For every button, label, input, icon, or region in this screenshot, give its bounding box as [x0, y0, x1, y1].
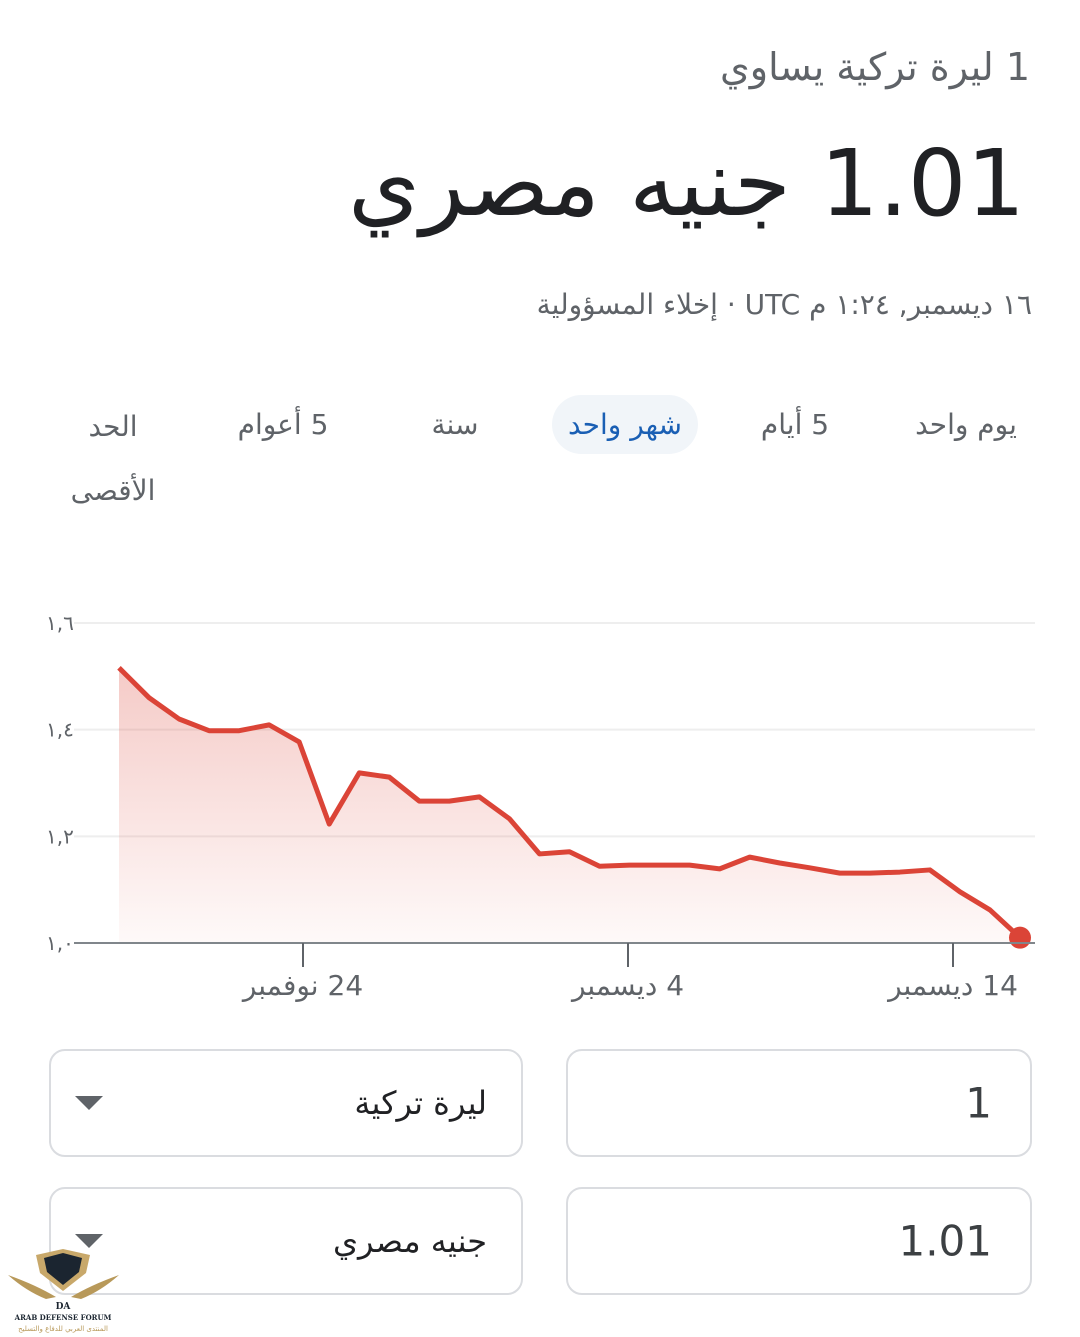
disclaimer-link[interactable]: إخلاء المسؤولية: [537, 288, 718, 321]
y-tick-label: ١,٤: [46, 718, 74, 742]
tab-five-days[interactable]: 5 أيام: [761, 408, 829, 441]
tab-max[interactable]: الحد الأقصى: [63, 395, 163, 523]
watermark-logo: DA ARAB DEFENSE FORUM المنتدى العربي للد…: [8, 1249, 119, 1333]
from-amount-value: 1: [965, 1078, 992, 1128]
to-currency-label: جنيه مصري: [332, 1222, 487, 1260]
timestamp-line: ١٦ ديسمبر, ١:٢٤ م UTC · إخلاء المسؤولية: [537, 288, 1032, 321]
exchange-rate-chart[interactable]: ١,٠ ١,٢ ١,٤ ١,٦ 24 نوفمبر 4 ديسمبر 14 ديسمبر: [0, 590, 1080, 1010]
from-currency-select[interactable]: ليرة تركية: [49, 1049, 523, 1157]
conversion-result: 1.01 جنيه مصري: [348, 130, 1025, 237]
x-tick-label: 14 ديسمبر: [886, 969, 1018, 1002]
from-amount-input[interactable]: 1: [566, 1049, 1032, 1157]
tab-one-day[interactable]: يوم واحد: [915, 408, 1017, 441]
from-currency-label: ليرة تركية: [354, 1084, 487, 1122]
conversion-subtitle: 1 ليرة تركية يساوي: [720, 45, 1030, 89]
current-value-dot: [1009, 926, 1031, 949]
x-tick-label: 24 نوفمبر: [241, 969, 363, 1002]
timestamp: ١٦ ديسمبر, ١:٢٤ م UTC ·: [717, 288, 1032, 321]
tab-five-years[interactable]: 5 أعوام: [238, 408, 329, 441]
y-tick-label: ١,٠: [46, 931, 74, 955]
watermark-mark: DA: [56, 1302, 72, 1312]
to-amount-value: 1.01: [898, 1216, 992, 1266]
watermark-text-en: ARAB DEFENSE FORUM: [14, 1313, 112, 1322]
watermark-text-ar: المنتدى العربي للدفاع والتسليح: [18, 1325, 108, 1333]
to-amount-input[interactable]: 1.01: [566, 1187, 1032, 1295]
y-tick-label: ١,٢: [46, 824, 74, 848]
y-tick-label: ١,٦: [46, 611, 74, 635]
x-tick-label: 4 ديسمبر: [570, 969, 684, 1002]
tab-one-year[interactable]: سنة: [432, 408, 479, 441]
dropdown-arrow-icon: [75, 1096, 103, 1110]
chart-area-fill: [119, 667, 1020, 943]
tab-one-month[interactable]: شهر واحد: [551, 395, 699, 454]
